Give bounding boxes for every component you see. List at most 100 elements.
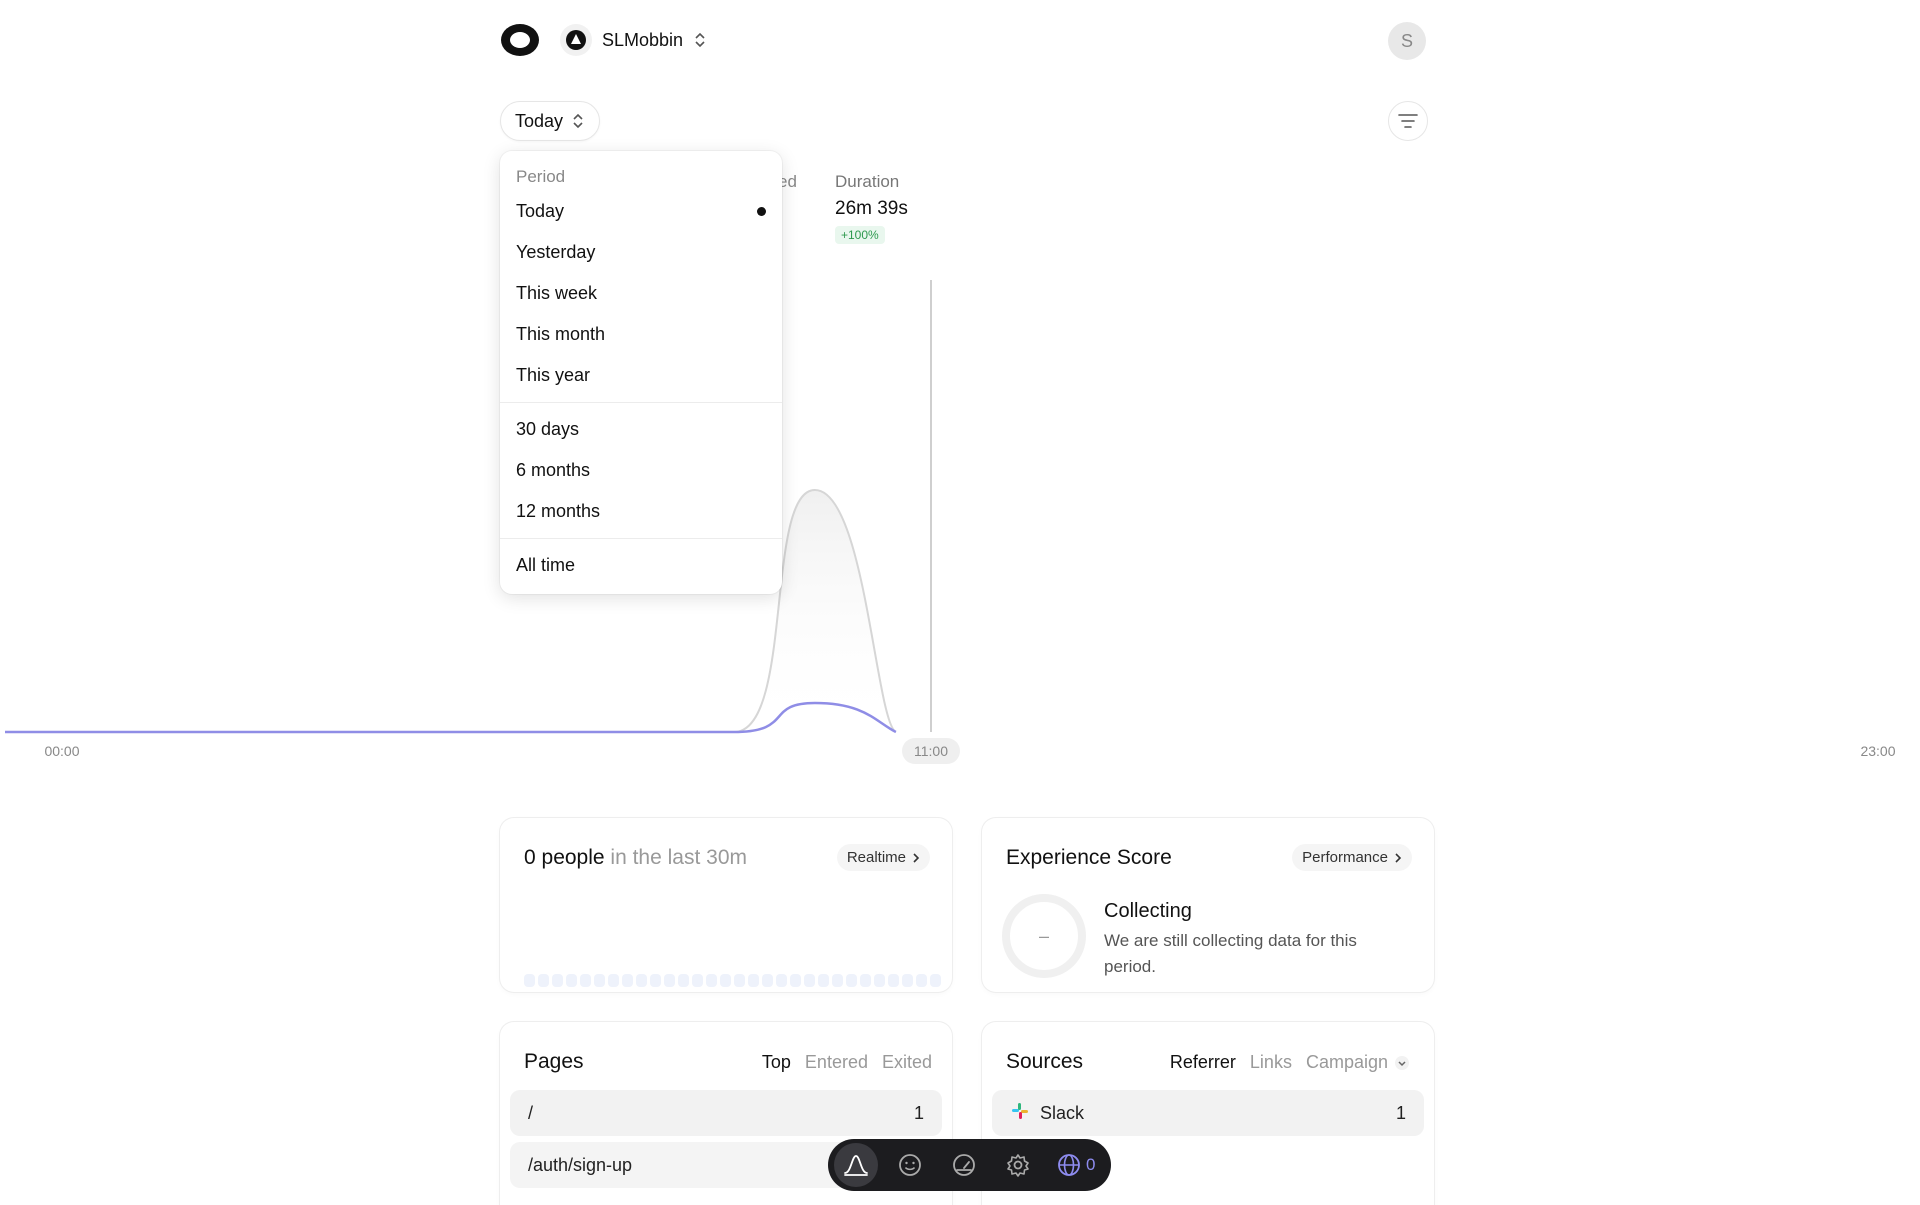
period-select-button[interactable]: Today: [500, 101, 601, 141]
gauge-icon: [953, 1154, 975, 1176]
realtime-button[interactable]: Realtime: [836, 844, 930, 871]
activity-bar: [622, 974, 633, 987]
chevron-updown-icon: [695, 32, 705, 48]
activity-bar: [734, 974, 745, 987]
pages-tab-exited[interactable]: Exited: [882, 1052, 932, 1073]
activity-bar: [580, 974, 591, 987]
period-button-label: Today: [515, 110, 564, 131]
bottom-toolbar: 0: [828, 1139, 1112, 1191]
dropdown-separator: [500, 538, 782, 539]
pages-row-label: /auth/sign-up: [528, 1154, 633, 1175]
period-option-6-months[interactable]: 6 months: [500, 450, 782, 491]
activity-bar: [804, 974, 815, 987]
chevron-updown-icon: [573, 113, 583, 129]
performance-button-label: Performance: [1302, 849, 1388, 866]
activity-bar: [874, 974, 885, 987]
metric-change-badge: +100%: [835, 226, 885, 244]
activity-bar: [930, 974, 941, 987]
sources-row[interactable]: Slack 1: [992, 1090, 1424, 1136]
pages-row-label: /: [528, 1102, 534, 1123]
activity-bar: [916, 974, 927, 987]
period-option-30-days[interactable]: 30 days: [500, 409, 782, 450]
team-switcher[interactable]: SLMobbin: [560, 24, 707, 56]
sources-tab-links[interactable]: Links: [1250, 1052, 1292, 1073]
chevron-down-icon[interactable]: [1394, 1055, 1410, 1071]
settings-button[interactable]: [996, 1143, 1040, 1187]
pages-row-count: 1: [913, 1102, 924, 1123]
online-visitors-button[interactable]: 0: [1050, 1143, 1101, 1187]
activity-bar: [776, 974, 787, 987]
period-option-this-week[interactable]: This week: [500, 273, 782, 314]
activity-bar: [538, 974, 549, 987]
activity-bar: [720, 974, 731, 987]
pages-tab-top[interactable]: Top: [762, 1052, 791, 1073]
dropdown-separator: [500, 402, 782, 403]
period-option-today[interactable]: Today: [500, 191, 782, 232]
performance-nav-button[interactable]: [942, 1143, 986, 1187]
metric-duration[interactable]: Duration 26m 39s +100%: [835, 172, 908, 244]
period-option-yesterday[interactable]: Yesterday: [500, 232, 782, 273]
realtime-card: 0 people in the last 30m Realtime: [500, 818, 952, 992]
activity-bar: [860, 974, 871, 987]
x-tick-label: 11:00: [914, 743, 948, 759]
activity-bar: [608, 974, 619, 987]
period-option-this-month[interactable]: This month: [500, 314, 782, 355]
x-tick-label: 23:00: [1860, 743, 1895, 759]
team-logo-icon: [566, 30, 586, 50]
experience-score-ring: –: [1002, 894, 1086, 978]
period-option-label: Yesterday: [516, 242, 596, 262]
period-option-label: This month: [516, 324, 606, 344]
activity-bar: [566, 974, 577, 987]
feedback-button[interactable]: [888, 1143, 932, 1187]
realtime-button-label: Realtime: [846, 849, 906, 866]
pages-title: Pages: [524, 1050, 584, 1073]
activity-bar: [692, 974, 703, 987]
activity-bar: [552, 974, 563, 987]
experience-title: Experience Score: [1006, 846, 1172, 869]
slack-icon: [1010, 1101, 1030, 1126]
pages-row[interactable]: /1: [510, 1090, 942, 1136]
activity-bar: [636, 974, 647, 987]
filter-button[interactable]: [1388, 101, 1428, 141]
sources-tabs: Referrer Links Campaign: [1170, 1052, 1410, 1073]
app-logo[interactable]: [500, 22, 540, 58]
realtime-count: 0 people: [524, 846, 605, 869]
activity-bar: [706, 974, 717, 987]
experience-description: We are still collecting data for this pe…: [1104, 931, 1357, 976]
selected-indicator-icon: [757, 207, 766, 216]
period-option-all-time[interactable]: All time: [500, 545, 782, 586]
activity-bar: [748, 974, 759, 987]
sources-tab-referrer[interactable]: Referrer: [1170, 1052, 1236, 1073]
sources-title: Sources: [1006, 1050, 1084, 1073]
gear-icon: [1007, 1154, 1029, 1177]
sources-list: Slack 1: [992, 1090, 1424, 1136]
traffic-chart[interactable]: 00:00 11:00 23:00: [0, 270, 1920, 770]
team-avatar: [560, 24, 592, 56]
dropdown-header: Period: [516, 167, 566, 186]
period-option-this-year[interactable]: This year: [500, 355, 782, 396]
sources-row-label: Slack: [1040, 1102, 1085, 1123]
period-option-label: Today: [516, 201, 565, 221]
period-option-label: This week: [516, 283, 598, 303]
activity-bar: [678, 974, 689, 987]
analytics-curve-icon: [844, 1155, 868, 1176]
team-name: SLMobbin: [602, 29, 684, 50]
performance-button[interactable]: Performance: [1292, 844, 1412, 871]
metric-value: 26m 39s: [835, 198, 908, 219]
activity-bar: [594, 974, 605, 987]
activity-bar: [902, 974, 913, 987]
online-count: 0: [1086, 1155, 1096, 1174]
activity-bar: [832, 974, 843, 987]
period-option-label: 30 days: [516, 419, 580, 439]
user-avatar[interactable]: S: [1388, 22, 1426, 60]
period-option-12-months[interactable]: 12 months: [500, 491, 782, 532]
activity-bar: [524, 974, 535, 987]
sources-tab-campaign[interactable]: Campaign: [1306, 1052, 1388, 1073]
period-option-label: 12 months: [516, 501, 601, 521]
period-option-label: All time: [516, 555, 576, 575]
x-tick-label: 00:00: [44, 743, 79, 759]
pages-tab-entered[interactable]: Entered: [805, 1052, 868, 1073]
experience-status: Collecting: [1104, 900, 1192, 922]
analytics-button[interactable]: [834, 1143, 878, 1187]
activity-bar: [664, 974, 675, 987]
